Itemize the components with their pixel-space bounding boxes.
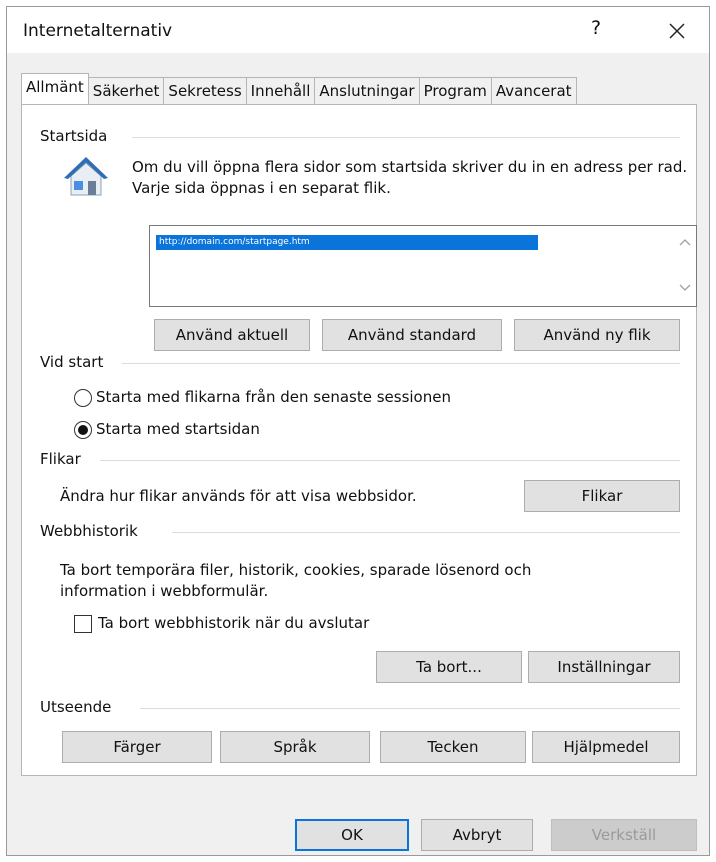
colors-button[interactable]: Färger [62, 731, 212, 763]
webbhistorik-heading: Webbhistorik [40, 522, 146, 540]
use-new-tab-button[interactable]: Använd ny flik [514, 319, 680, 351]
tab-avancerat[interactable]: Avancerat [490, 77, 577, 104]
use-current-button[interactable]: Använd aktuell [154, 319, 310, 351]
flikar-description: Ändra hur flikar används för att visa we… [60, 487, 417, 505]
vid-start-divider [122, 363, 680, 364]
cancel-button[interactable]: Avbryt [421, 819, 533, 851]
radio-selected-dot [78, 425, 88, 435]
history-settings-button[interactable]: Inställningar [528, 651, 680, 683]
radio-start-page-label[interactable]: Starta med startsidan [96, 420, 260, 438]
scroll-up-icon[interactable] [679, 238, 691, 246]
window-title: Internetalternativ [23, 21, 173, 41]
delete-history-on-exit-checkbox[interactable] [74, 615, 92, 633]
utseende-heading: Utseende [40, 698, 120, 716]
webbhistorik-divider [172, 532, 680, 533]
startsida-description: Om du vill öppna flera sidor som startsi… [132, 158, 688, 197]
use-default-button[interactable]: Använd standard [322, 319, 502, 351]
fonts-button[interactable]: Tecken [380, 731, 526, 763]
radio-start-page[interactable] [74, 421, 92, 439]
accessibility-button[interactable]: Hjälpmedel [532, 731, 680, 763]
ok-button[interactable]: OK [295, 819, 409, 851]
startsida-divider [132, 137, 680, 138]
tabs-settings-button[interactable]: Flikar [524, 480, 680, 512]
startpage-url-item[interactable]: http://domain.com/startpage.htm [156, 235, 538, 250]
languages-button[interactable]: Språk [220, 731, 370, 763]
scroll-down-icon[interactable] [679, 284, 691, 292]
startpage-url-list[interactable]: http://domain.com/startpage.htm [149, 225, 697, 307]
help-button[interactable]: ? [591, 17, 601, 39]
tab-innehall[interactable]: Innehåll [245, 77, 316, 104]
close-icon[interactable] [667, 21, 687, 41]
tab-anslutningar[interactable]: Anslutningar [314, 77, 420, 104]
general-tab-panel: Startsida Om du vill öppna flera sidor s… [21, 104, 697, 776]
delete-history-on-exit-label[interactable]: Ta bort webbhistorik när du avslutar [98, 614, 369, 632]
flikar-divider [100, 460, 680, 461]
tab-allmant[interactable]: Allmänt [21, 73, 89, 104]
tab-sakerhet[interactable]: Säkerhet [87, 77, 165, 104]
radio-last-session[interactable] [74, 389, 92, 407]
tab-strip: Allmänt Säkerhet Sekretess Innehåll Ansl… [21, 73, 577, 105]
utseende-divider [140, 708, 680, 709]
flikar-heading: Flikar [40, 450, 89, 468]
list-scrollbar[interactable] [674, 226, 696, 306]
delete-history-button[interactable]: Ta bort... [376, 651, 522, 683]
startsida-heading: Startsida [40, 127, 116, 145]
internet-options-dialog: Internetalternativ ? Allmänt Säkerhet Se… [6, 6, 710, 856]
vid-start-heading: Vid start [40, 353, 112, 371]
webbhistorik-description: Ta bort temporära filer, historik, cooki… [60, 561, 532, 600]
apply-button: Verkställ [551, 819, 697, 851]
title-bar: Internetalternativ ? [7, 7, 709, 53]
radio-last-session-label[interactable]: Starta med flikarna från den senaste ses… [96, 388, 451, 406]
home-page-icon [64, 157, 108, 196]
tab-program[interactable]: Program [418, 77, 492, 104]
tab-sekretess[interactable]: Sekretess [163, 77, 247, 104]
